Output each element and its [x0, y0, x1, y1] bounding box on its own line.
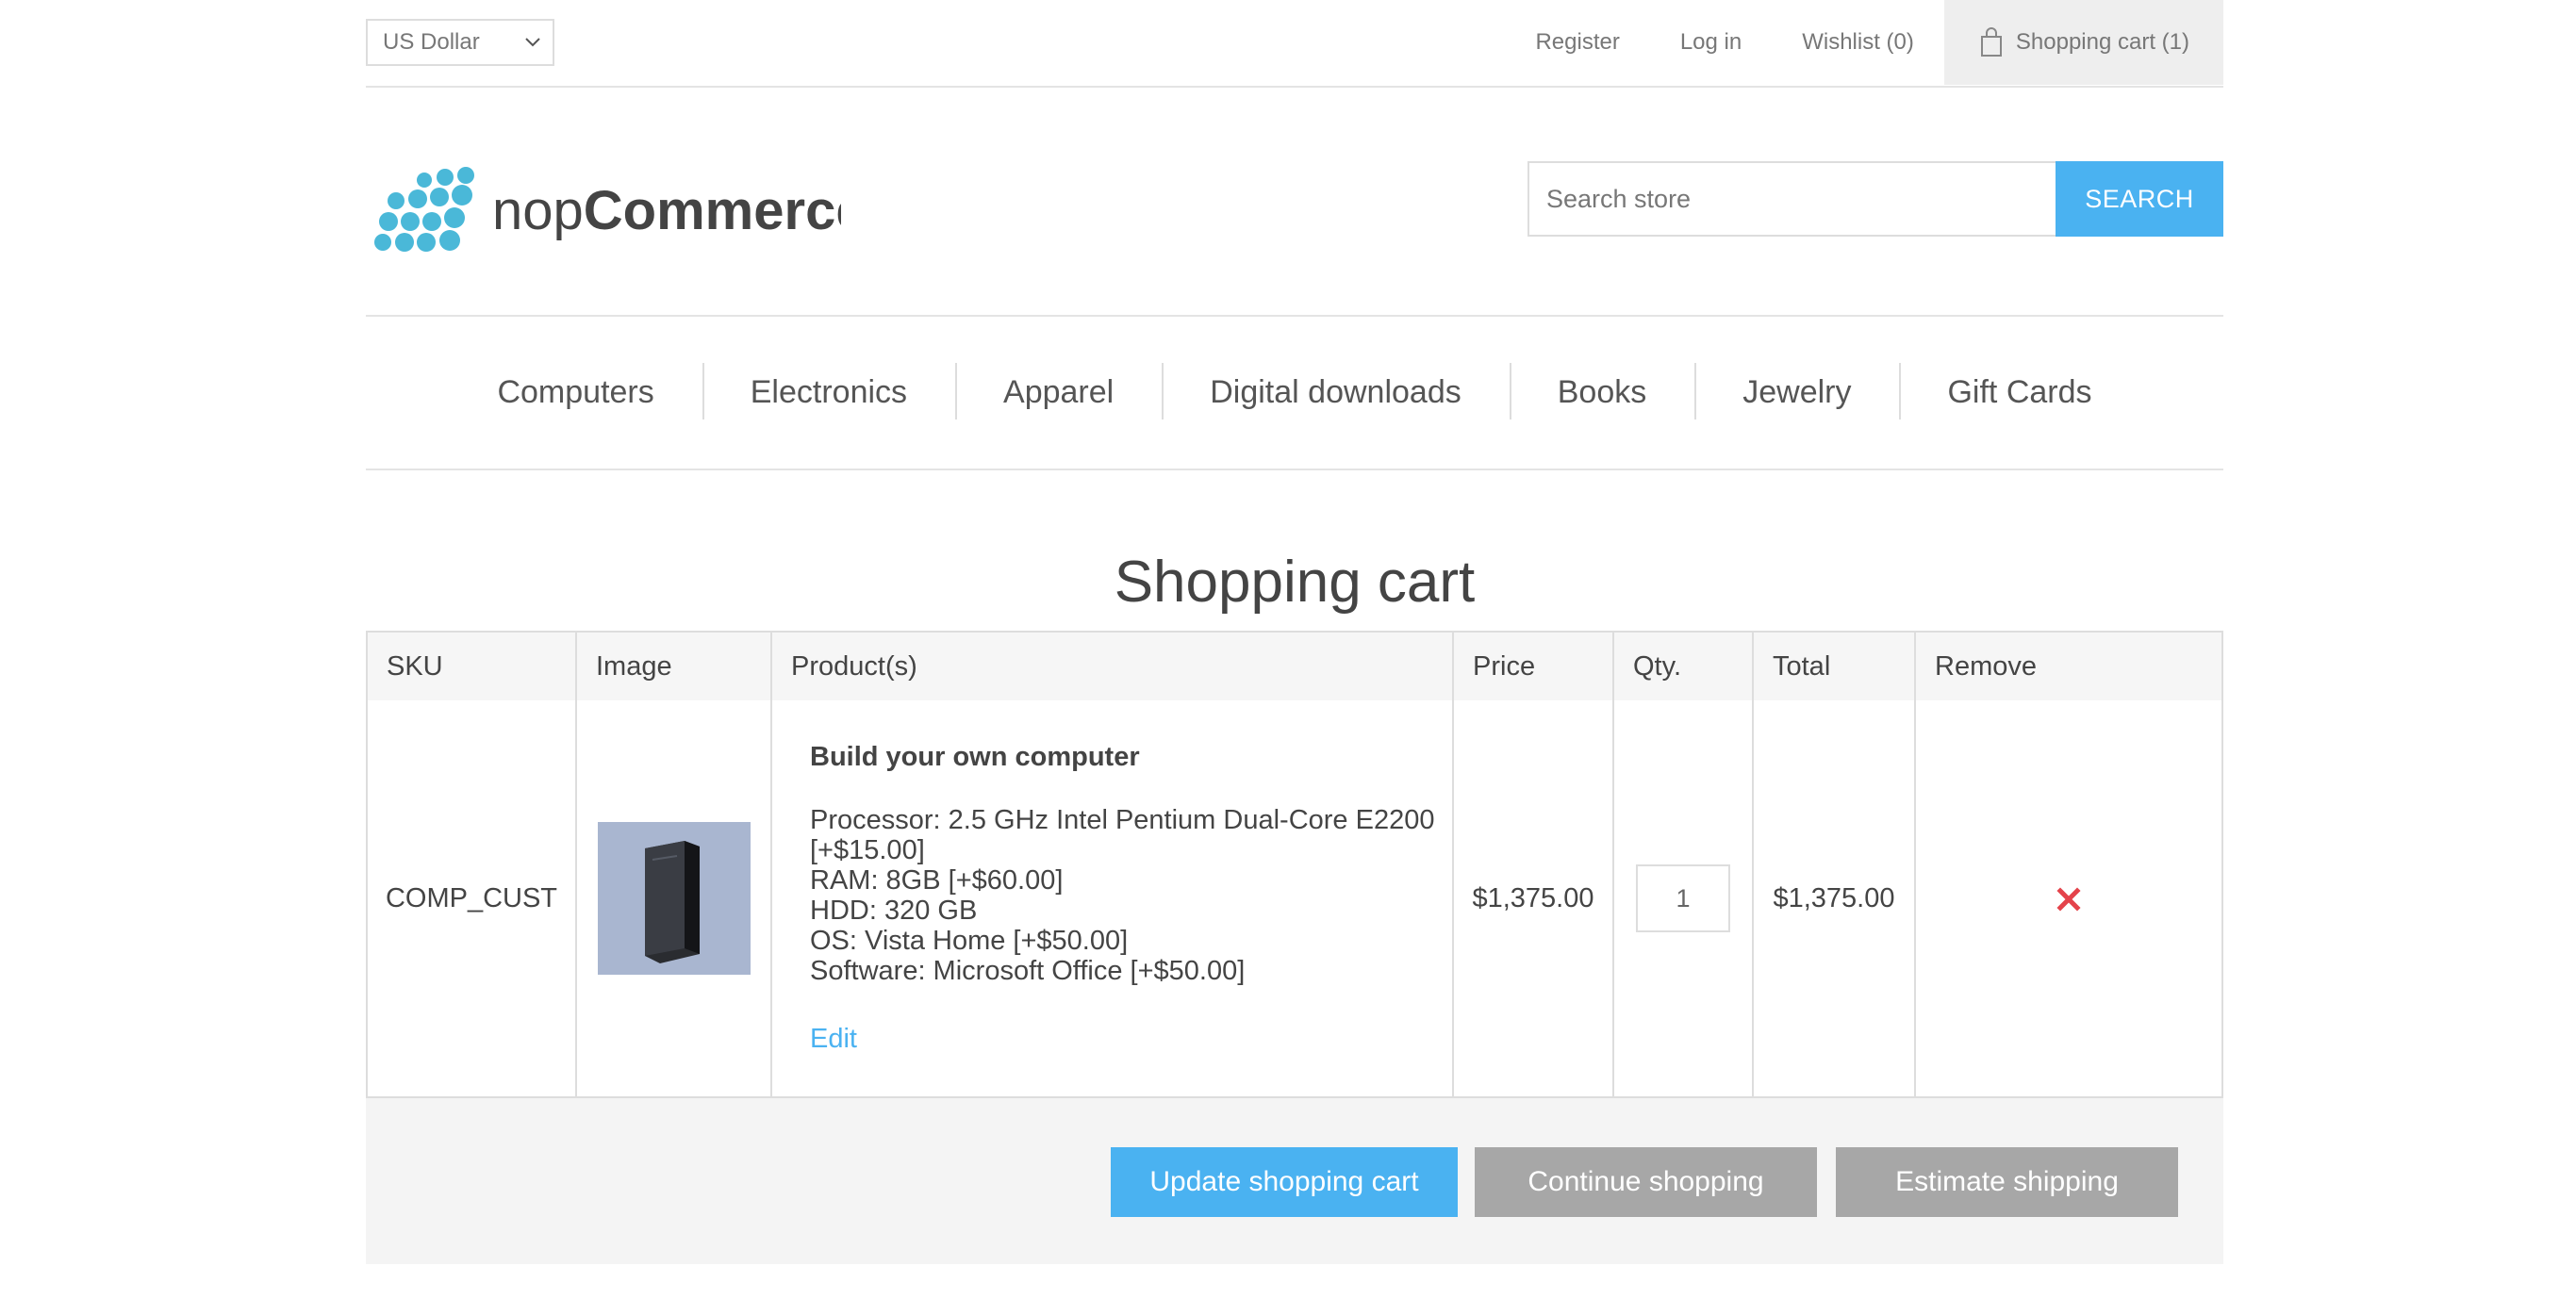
product-attribute: OS: Vista Home [+$50.00]: [810, 926, 1129, 956]
shopping-cart-link[interactable]: Shopping cart (1): [1943, 0, 2223, 85]
menu-item-jewelry[interactable]: Jewelry: [1694, 363, 1899, 419]
menu-item-apparel[interactable]: Apparel: [955, 363, 1162, 419]
cell-price: $1,375.00: [1452, 700, 1614, 1098]
product-name-link[interactable]: Build your own computer: [810, 742, 1451, 773]
menu-item-digital-downloads[interactable]: Digital downloads: [1162, 363, 1510, 419]
header-sku: SKU: [366, 631, 577, 700]
svg-text:nopCommerce: nopCommerce: [492, 180, 841, 241]
product-attribute: HDD: 320 GB: [810, 896, 978, 926]
currency-select-value: US Dollar: [383, 29, 480, 55]
search-form: Search store SEARCH: [1527, 161, 2223, 237]
header-price: Price: [1452, 631, 1614, 700]
edit-link[interactable]: Edit: [810, 1024, 1451, 1055]
header-links: Register Log in Wishlist (0) Shopping ca…: [1505, 0, 2223, 85]
cell-qty: 1: [1612, 700, 1754, 1098]
continue-shopping-button[interactable]: Continue shopping: [1475, 1147, 1817, 1217]
cell-remove: [1914, 700, 2223, 1098]
header-qty: Qty.: [1612, 631, 1754, 700]
top-menu: Computers Electronics Apparel Digital do…: [366, 317, 2223, 470]
search-button[interactable]: SEARCH: [2056, 161, 2223, 237]
login-link[interactable]: Log in: [1650, 0, 1772, 85]
shopping-bag-icon: [1980, 27, 2002, 57]
shopping-cart-label: Shopping cart (1): [2015, 29, 2189, 55]
logo-text-suffix: Commerce: [584, 180, 841, 241]
update-cart-button[interactable]: Update shopping cart: [1111, 1147, 1458, 1217]
product-image[interactable]: [597, 822, 751, 975]
table-header-row: SKU Image Product(s) Price Qty. Total Re…: [366, 631, 2223, 700]
product-attribute: Software: Microsoft Office [+$50.00]: [810, 956, 1246, 986]
register-link[interactable]: Register: [1505, 0, 1649, 85]
product-attribute: Processor: 2.5 GHz Intel Pentium Dual-Co…: [810, 805, 1435, 865]
header-total: Total: [1752, 631, 1916, 700]
page-title: Shopping cart: [1114, 550, 1476, 615]
page-wrapper: US Dollar Register Log in Wishlist (0) S…: [366, 0, 2223, 1264]
table-row: COMP_CUST Build your own computer Proces…: [366, 700, 2223, 1098]
menu-item-books[interactable]: Books: [1509, 363, 1695, 419]
logo-text-prefix: nop: [492, 180, 584, 241]
quantity-input[interactable]: 1: [1636, 864, 1730, 932]
cart-buttons: Update shopping cart Continue shopping E…: [366, 1098, 2223, 1264]
header-remove: Remove: [1914, 631, 2223, 700]
nopcommerce-logo[interactable]: nopCommerce: [370, 159, 841, 254]
remove-icon[interactable]: [2056, 886, 2082, 913]
cart-table: SKU Image Product(s) Price Qty. Total Re…: [366, 631, 2223, 1098]
logo-search-row: nopCommerce Search store SEARCH: [366, 88, 2223, 317]
header-products: Product(s): [770, 631, 1454, 700]
cell-total: $1,375.00: [1752, 700, 1916, 1098]
currency-select[interactable]: US Dollar: [366, 19, 554, 66]
menu-item-gift-cards[interactable]: Gift Cards: [1899, 363, 2139, 419]
header-image: Image: [575, 631, 772, 700]
cell-product: Build your own computer Processor: 2.5 G…: [770, 700, 1454, 1098]
menu-item-electronics[interactable]: Electronics: [702, 363, 955, 419]
product-attribute: RAM: 8GB [+$60.00]: [810, 865, 1064, 896]
wishlist-link[interactable]: Wishlist (0): [1772, 0, 1944, 85]
estimate-shipping-button[interactable]: Estimate shipping: [1836, 1147, 2178, 1217]
header-links-bar: US Dollar Register Log in Wishlist (0) S…: [366, 0, 2223, 88]
cell-image: [575, 700, 772, 1098]
chevron-down-icon: [525, 38, 540, 47]
menu-item-computers[interactable]: Computers: [449, 374, 702, 411]
cell-sku: COMP_CUST: [366, 700, 577, 1098]
search-input[interactable]: Search store: [1527, 161, 2056, 237]
